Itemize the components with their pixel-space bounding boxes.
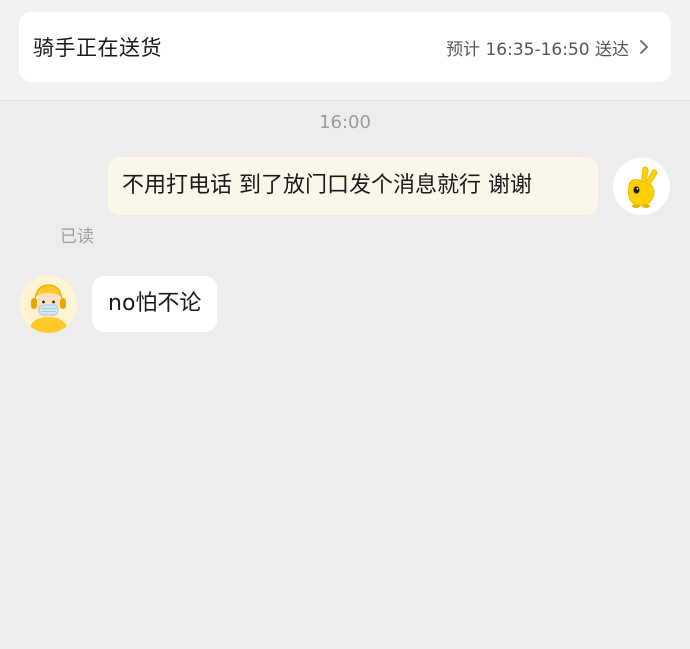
delivery-eta-group[interactable]: 预计 16:35-16:50 送达: [446, 35, 651, 60]
rider-message-bubble[interactable]: no怕不论: [92, 276, 218, 332]
chevron-right-icon: [640, 40, 648, 54]
rider-avatar-icon: [20, 276, 77, 333]
delivery-status-card[interactable]: 骑手正在送货 预计 16:35-16:50 送达: [19, 12, 671, 82]
delivery-status-title: 骑手正在送货: [33, 36, 162, 60]
chat-timestamp: 16:00: [319, 112, 371, 133]
my-avatar[interactable]: [613, 158, 670, 215]
delivery-eta-text: 预计 16:35-16:50 送达: [446, 39, 629, 60]
read-receipt: 已读: [60, 227, 94, 247]
rider-avatar[interactable]: [20, 276, 77, 333]
yellow-hand-mascot-icon: [613, 158, 670, 215]
my-message-bubble[interactable]: 不用打电话 到了放门口发个消息就行 谢谢: [108, 157, 598, 215]
